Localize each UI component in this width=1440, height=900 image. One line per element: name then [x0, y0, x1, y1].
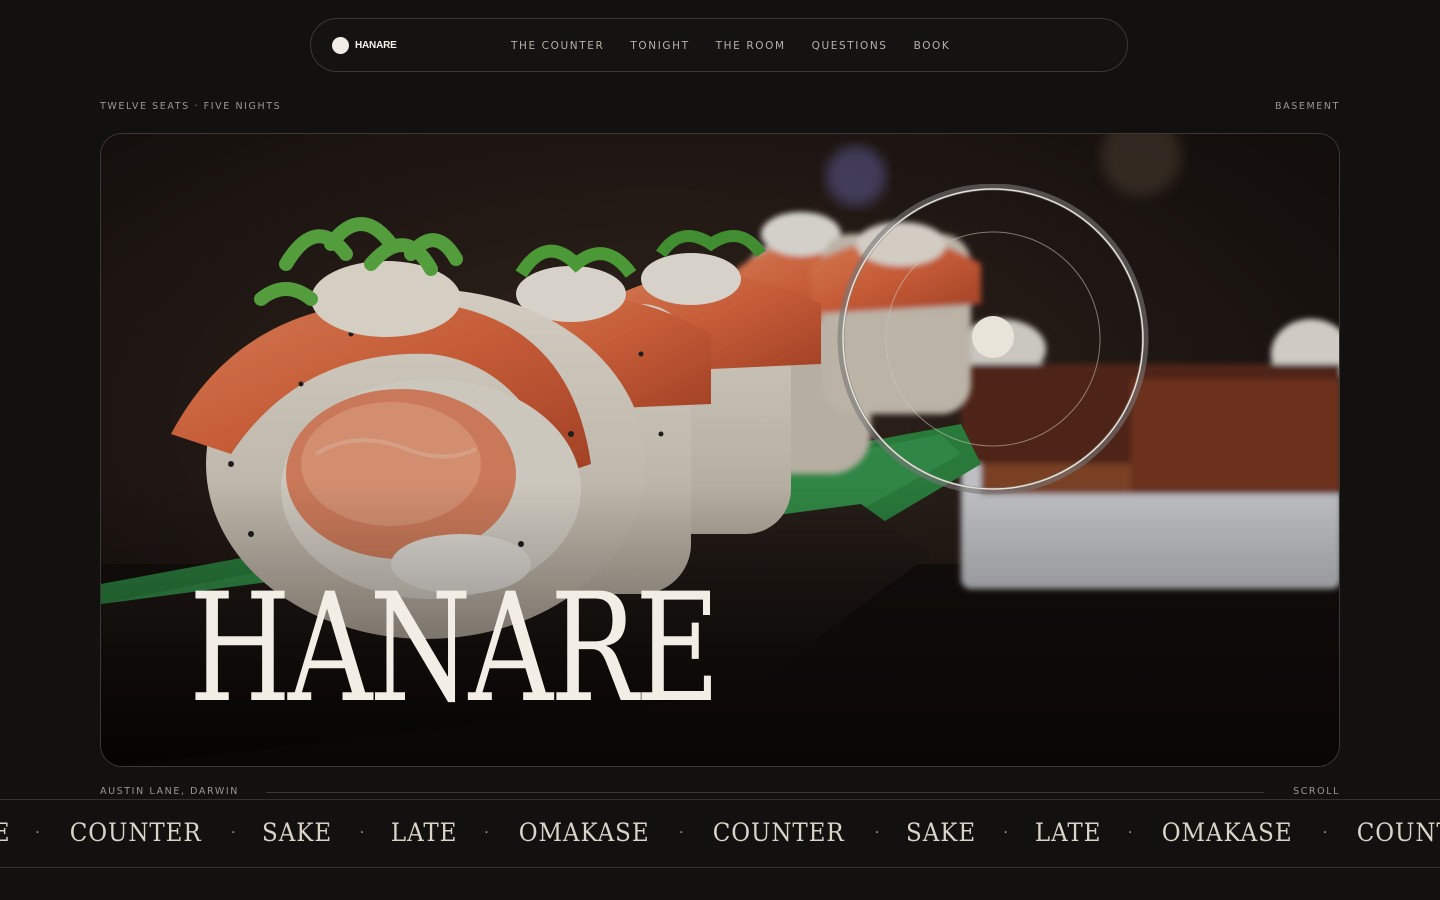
marquee-word: COUNTER [713, 818, 846, 847]
scroll-indicator[interactable]: SCROLL [1293, 786, 1340, 797]
marquee-word: SAKE [906, 818, 977, 847]
marquee-word: LATE [390, 818, 458, 847]
meta-basement: BASEMENT [1275, 101, 1340, 112]
nav-link-questions[interactable]: QUESTIONS [812, 40, 888, 52]
marquee-band: E · COUNTER · SAKE · LATE · OMAKASE · COUNTER · SAKE… [0, 799, 1440, 868]
marquee-word: OMAKASE [518, 818, 650, 847]
marquee-separator: · [1322, 824, 1328, 841]
marquee-word: SAKE [262, 818, 333, 847]
divider-line [266, 792, 1264, 793]
meta-seats: TWELVE SEATS · FIVE NIGHTS [100, 101, 282, 112]
marquee-track: E · COUNTER · SAKE · LATE · OMAKASE · COUNTER · SAKE… [0, 818, 1440, 847]
marquee-word: OMAKASE [1162, 818, 1293, 847]
cursor-focus-ring[interactable] [831, 183, 1155, 498]
nav-link-the-counter[interactable]: THE COUNTER [511, 40, 604, 52]
marquee-separator: · [484, 824, 489, 841]
marquee-separator: · [874, 824, 880, 841]
brand-name: HANARE [355, 40, 397, 51]
brand-dot-icon [332, 37, 349, 54]
marquee-separator: · [1003, 824, 1008, 841]
nav-links: THE COUNTER TONIGHT THE ROOM QUESTIONS B… [511, 40, 950, 52]
location-text: AUSTIN LANE, DARWIN [100, 786, 239, 797]
nav-link-tonight[interactable]: TONIGHT [630, 40, 689, 52]
brand-logo[interactable]: HANARE [332, 37, 397, 54]
marquee-separator: · [231, 824, 236, 841]
marquee-word: COUNTER [69, 818, 202, 847]
marquee-word: COUNTER [1356, 818, 1440, 847]
marquee-separator: · [678, 824, 684, 841]
marquee-word: E [0, 818, 10, 847]
marquee-separator: · [359, 824, 365, 841]
hero-title: HANARE [189, 562, 720, 736]
nav-link-book[interactable]: BOOK [914, 40, 951, 52]
marquee-separator: · [1127, 824, 1133, 841]
nav-link-the-room[interactable]: THE ROOM [716, 40, 786, 52]
marquee-word: LATE [1034, 818, 1102, 847]
marquee-separator: · [35, 824, 40, 841]
hero-image-card: HANARE [100, 133, 1340, 767]
top-nav: HANARE THE COUNTER TONIGHT THE ROOM QUES… [310, 18, 1128, 72]
